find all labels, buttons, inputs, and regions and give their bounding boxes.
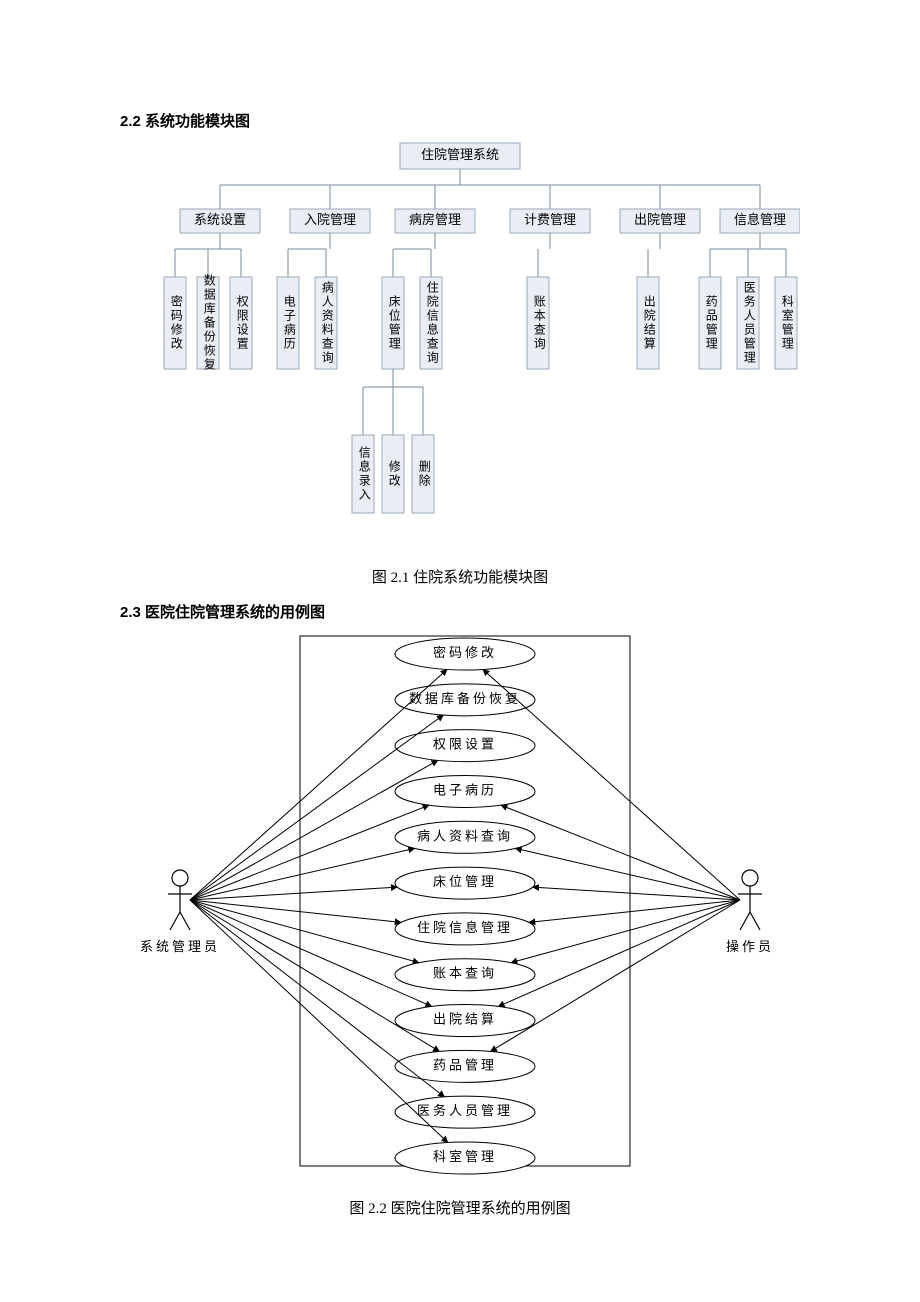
svg-text:住院信息查询: 住院信息查询 bbox=[425, 281, 439, 365]
svg-text:药品管理: 药品管理 bbox=[433, 1057, 497, 1072]
svg-text:删除: 删除 bbox=[417, 460, 431, 488]
svg-text:数据库备份恢复: 数据库备份恢复 bbox=[202, 273, 216, 372]
svg-text:病房管理: 病房管理 bbox=[409, 212, 461, 227]
svg-text:病人资料查询: 病人资料查询 bbox=[320, 280, 334, 365]
svg-text:出院结算: 出院结算 bbox=[642, 295, 656, 351]
module-hierarchy-diagram: 住院管理系统系统设置 入院管理 病房管理 计费管理 出院管理 信息管理密码修改 数据库备份恢… bbox=[120, 135, 800, 555]
svg-text:权限设置: 权限设置 bbox=[235, 295, 249, 351]
svg-text:系统管理员: 系统管理员 bbox=[140, 939, 220, 954]
svg-text:住院管理系统: 住院管理系统 bbox=[421, 147, 499, 162]
svg-text:数据库备份恢复: 数据库备份恢复 bbox=[409, 691, 521, 706]
svg-text:账本查询: 账本查询 bbox=[532, 295, 546, 351]
section-2-2-title: 2.2 系统功能模块图 bbox=[120, 110, 800, 131]
figure-2-2-caption: 图 2.2 医院住院管理系统的用例图 bbox=[120, 1197, 800, 1218]
svg-text:出院管理: 出院管理 bbox=[634, 212, 686, 227]
svg-text:医务人员管理: 医务人员管理 bbox=[417, 1103, 513, 1118]
svg-text:密码修改: 密码修改 bbox=[169, 294, 183, 351]
svg-text:床位管理: 床位管理 bbox=[387, 295, 401, 351]
svg-text:账本查询: 账本查询 bbox=[433, 966, 497, 981]
svg-text:科室管理: 科室管理 bbox=[780, 295, 794, 351]
svg-text:电子病历: 电子病历 bbox=[282, 295, 296, 351]
svg-text:密码修改: 密码修改 bbox=[433, 645, 497, 660]
svg-text:出院结算: 出院结算 bbox=[433, 1012, 497, 1027]
svg-text:药品管理: 药品管理 bbox=[704, 295, 718, 351]
svg-text:信息管理: 信息管理 bbox=[734, 212, 786, 227]
svg-text:入院管理: 入院管理 bbox=[304, 212, 356, 227]
svg-text:住院信息管理: 住院信息管理 bbox=[417, 920, 513, 935]
svg-text:操作员: 操作员 bbox=[726, 939, 774, 954]
svg-text:病人资料查询: 病人资料查询 bbox=[417, 828, 513, 843]
section-2-3-title: 2.3 医院住院管理系统的用例图 bbox=[120, 601, 800, 622]
svg-text:系统设置: 系统设置 bbox=[194, 212, 246, 227]
svg-text:修改: 修改 bbox=[387, 459, 401, 488]
svg-text:医务人员管理: 医务人员管理 bbox=[742, 281, 756, 365]
svg-text:计费管理: 计费管理 bbox=[524, 212, 576, 227]
svg-text:电子病历: 电子病历 bbox=[433, 782, 497, 797]
figure-2-1-caption: 图 2.1 住院系统功能模块图 bbox=[120, 566, 800, 587]
use-case-diagram: 密码修改数据库备份恢复权限设置电子病历病人资料查询床位管理住院信息管理账本查询出… bbox=[120, 626, 800, 1186]
svg-text:科室管理: 科室管理 bbox=[433, 1149, 497, 1164]
svg-text:信息录入: 信息录入 bbox=[357, 446, 371, 502]
svg-text:床位管理: 床位管理 bbox=[433, 874, 497, 889]
svg-text:权限设置: 权限设置 bbox=[433, 737, 497, 752]
